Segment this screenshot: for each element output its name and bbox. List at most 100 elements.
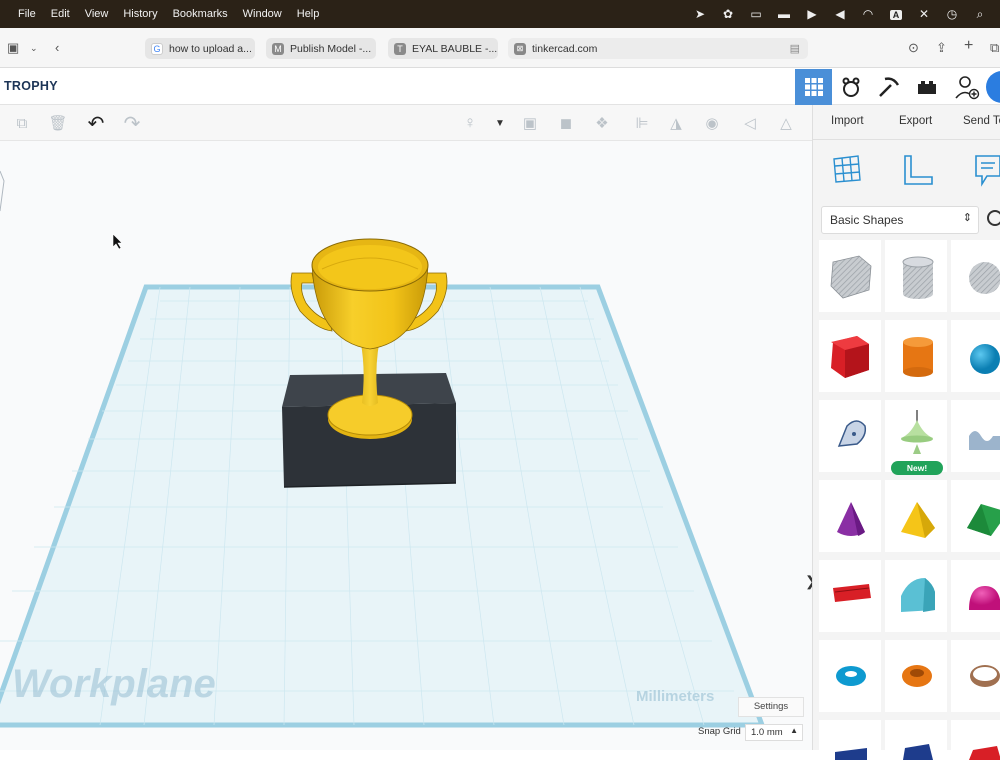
search-icon[interactable] (987, 210, 1000, 226)
3d-design-mode-button[interactable] (795, 69, 832, 105)
hole-icon[interactable]: ◼ (556, 113, 576, 133)
ruler-icon (904, 155, 933, 185)
browser-tab[interactable]: M Publish Model -... (266, 38, 376, 59)
torus-shape[interactable] (836, 666, 866, 686)
tab-label: how to upload a... (169, 42, 252, 55)
blocks-mode-button[interactable] (870, 69, 907, 105)
play-icon[interactable]: ▶ (798, 7, 826, 21)
menu-file[interactable]: File (18, 8, 36, 20)
design-title[interactable]: TROPHY (4, 79, 58, 93)
send-to-button[interactable]: Send To (963, 115, 1000, 127)
avatar[interactable] (986, 71, 1000, 103)
browser-toolbar: ▣ ⌄ ‹ G how to upload a... M Publish Mod… (0, 28, 1000, 68)
note-bubble-icon (975, 155, 1000, 187)
menu-edit[interactable]: Edit (51, 8, 70, 20)
redo-icon[interactable]: ↷ (122, 113, 142, 135)
brick-icon (917, 81, 936, 94)
edit-toolbar: ⧉ 🗑 ↶ ↷ ♀ ▼ ▣ ◼ ❖ ⊫ ◮ ◉ ◁ △ (0, 105, 812, 141)
new-tab-icon[interactable]: + (964, 37, 973, 55)
menu-history[interactable]: History (123, 8, 157, 20)
note-icon[interactable]: ▣ (520, 113, 540, 133)
chevron-down-icon[interactable]: ⌄ (30, 43, 38, 54)
menu-bookmarks[interactable]: Bookmarks (173, 8, 228, 20)
input-source-icon[interactable]: A (882, 7, 910, 21)
shapes-panel: Import Export Send To Basic Shapes ⇕ (812, 105, 1000, 760)
spotlight-icon[interactable]: ⌕ (966, 7, 994, 22)
snap-grid-label: Snap Grid (698, 726, 741, 737)
sidebar-toggle-icon[interactable]: ▣ (7, 40, 19, 56)
group-icon[interactable]: ❖ (592, 113, 612, 133)
cylinder-hole-shape[interactable] (902, 256, 934, 299)
menu-view[interactable]: View (85, 8, 109, 20)
share-icon[interactable]: ⇪ (936, 40, 947, 56)
time-machine-icon[interactable]: ◷ (938, 7, 966, 21)
grid-icon (804, 78, 823, 96)
bear-icon (842, 77, 859, 97)
workplane-tool-icon[interactable]: △ (776, 113, 796, 133)
site-icon: ⊠ (514, 42, 526, 55)
settings-button[interactable]: Settings (738, 697, 804, 717)
battery-icon[interactable]: ▬ (770, 7, 798, 21)
notes-tool-button[interactable] (973, 153, 1000, 192)
snap-grid-select[interactable]: 1.0 mm ▲ (745, 724, 803, 741)
workplane-tool-button[interactable] (831, 153, 863, 190)
model-icon: M (272, 42, 284, 55)
menu-help[interactable]: Help (297, 8, 320, 20)
macos-menubar: File Edit View History Bookmarks Window … (0, 0, 1000, 28)
cruise-icon[interactable]: ◉ (702, 113, 722, 133)
reader-icon[interactable]: ▤ (790, 42, 800, 55)
address-text: tinkercad.com (532, 42, 598, 55)
tube-shape[interactable] (902, 665, 932, 687)
display-icon[interactable]: ▭ (742, 7, 770, 21)
navigation-icon[interactable]: ➤ (686, 7, 714, 21)
add-user-button[interactable] (948, 69, 985, 105)
bricks-mode-button[interactable] (908, 69, 945, 105)
cylinder-shape[interactable] (903, 337, 933, 377)
shape-category-select[interactable]: Basic Shapes ⇕ (821, 206, 979, 234)
import-button[interactable]: Import (831, 115, 864, 127)
tinkercad-header: TROPHY (0, 69, 1000, 105)
light-bulb-icon[interactable]: ♀ (460, 113, 480, 133)
address-bar[interactable]: ⊠ tinkercad.com ▤ (508, 38, 808, 59)
mirror-icon[interactable]: ◮ (666, 113, 686, 133)
google-icon: G (151, 42, 163, 55)
undo-icon[interactable]: ↶ (86, 113, 106, 135)
wifi-icon[interactable]: ◠ (854, 7, 882, 21)
align-icon[interactable]: ⊫ (632, 113, 652, 133)
duplicate-icon[interactable]: ⧉ (12, 113, 32, 133)
sim-lab-button[interactable] (832, 69, 869, 105)
ring-shape[interactable] (970, 665, 1000, 687)
volume-icon[interactable]: ◀ (826, 7, 854, 21)
workplane-label: Workplane (12, 662, 216, 706)
ruler-tool-button[interactable] (901, 153, 935, 192)
tab-label: Publish Model -... (290, 42, 372, 55)
sphere-shape[interactable] (970, 344, 1000, 374)
3d-viewport[interactable]: Workplane Millimeters Settings Snap Grid… (0, 141, 812, 750)
workplane[interactable] (0, 284, 766, 728)
export-button[interactable]: Export (899, 115, 932, 127)
units-label: Millimeters (636, 688, 715, 705)
chevron-down-icon[interactable]: ▼ (490, 113, 510, 133)
sphere-hole-shape[interactable] (969, 262, 1000, 294)
tinkercad-icon: T (394, 42, 406, 55)
new-badge: New! (891, 461, 943, 475)
browser-tab[interactable]: T EYAL BAUBLE -... (388, 38, 498, 59)
browser-tab[interactable]: G how to upload a... (145, 38, 255, 59)
updown-icon: ▲ (790, 726, 798, 735)
workplane-grid-icon (833, 155, 861, 183)
focus-icon[interactable]: ✕ (910, 7, 938, 21)
back-arrow-icon[interactable]: ‹ (55, 40, 59, 55)
collapse-panel-icon[interactable]: ❯ (805, 573, 812, 590)
download-icon[interactable]: ⊙ (908, 40, 919, 56)
menu-window[interactable]: Window (243, 8, 282, 20)
tab-label: EYAL BAUBLE -... (412, 42, 498, 55)
tab-overview-icon[interactable]: ⧉ (990, 40, 999, 56)
ruler-icon[interactable]: ◁ (740, 113, 760, 133)
trash-icon[interactable]: 🗑 (48, 113, 68, 133)
butterfly-icon[interactable]: ✿ (714, 7, 742, 21)
workplane-scene[interactable] (0, 141, 812, 750)
box-shape[interactable] (831, 336, 869, 378)
updown-chevron-icon: ⇕ (962, 212, 972, 224)
status-icons: ➤ ✿ ▭ ▬ ▶ ◀ ◠ A ✕ ◷ ⌕ (686, 0, 994, 28)
add-user-icon (954, 76, 979, 100)
